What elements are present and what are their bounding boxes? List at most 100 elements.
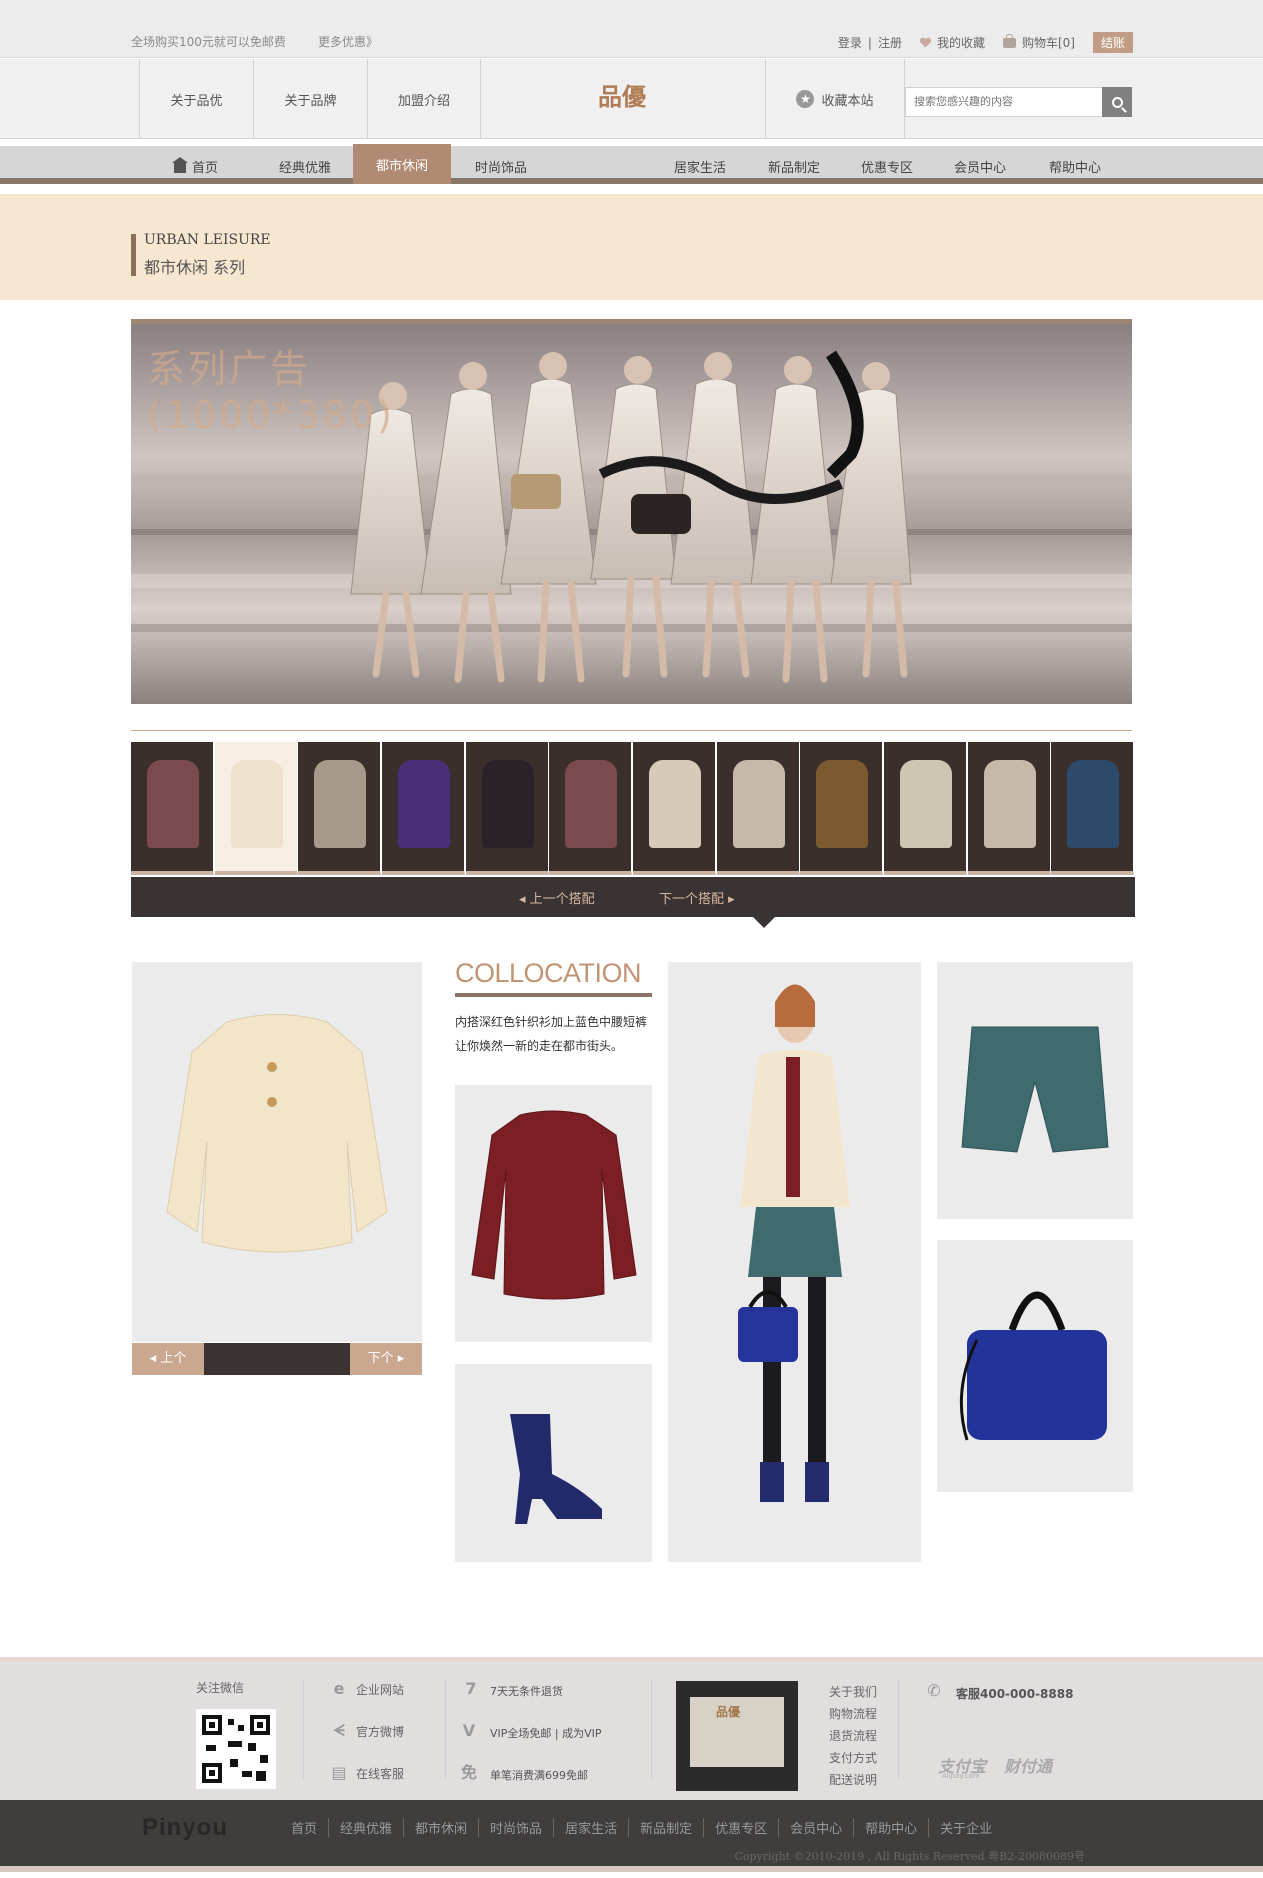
bottom-link-accessories[interactable]: 时尚饰品 <box>478 1818 553 1837</box>
favorites-link[interactable]: 我的收藏 <box>920 34 985 51</box>
footer-divider <box>445 1679 446 1779</box>
outfit-thumbnail[interactable] <box>716 742 800 875</box>
nav-classic[interactable]: 经典优雅 <box>265 146 345 184</box>
outfit-thumbnail[interactable] <box>465 742 549 875</box>
nav-home-label: 首页 <box>191 161 218 176</box>
search-button[interactable] <box>1102 87 1132 117</box>
outfit-thumbnails <box>131 742 1135 875</box>
footer-link-delivery[interactable]: 配送说明 <box>829 1771 877 1788</box>
prev-outfit-button[interactable]: ◂ 上一个搭配 <box>519 888 595 907</box>
section-accent-bar <box>131 234 136 276</box>
bottom-link-members[interactable]: 会员中心 <box>778 1818 853 1837</box>
login-link[interactable]: 登录 <box>838 34 862 51</box>
garment-swatch <box>565 760 618 848</box>
outfit-thumbnail[interactable] <box>298 742 382 875</box>
checkout-button[interactable]: 结账 <box>1092 32 1133 53</box>
garment-swatch <box>314 760 367 848</box>
bookmark-label: 收藏本站 <box>821 93 874 109</box>
vip-icon: V <box>462 1721 476 1740</box>
bottom-link-deals[interactable]: 优惠专区 <box>703 1818 778 1837</box>
cart-link[interactable]: 购物车[0] <box>1002 33 1075 51</box>
nav-about-pinyou[interactable]: 关于品优 <box>139 59 253 139</box>
nav-about-brand[interactable]: 关于品牌 <box>253 59 367 139</box>
shorts-image[interactable] <box>937 962 1133 1219</box>
pager-pointer <box>753 917 775 928</box>
outfit-thumbnail[interactable] <box>1051 742 1135 875</box>
footer-divider <box>898 1679 899 1779</box>
chat-icon: ▤ <box>331 1763 347 1782</box>
collocation-title: COLLOCATION <box>455 958 642 988</box>
nav-urban-leisure[interactable]: 都市休闲 <box>353 144 451 184</box>
outfit-thumbnail[interactable] <box>884 742 968 875</box>
next-outfit-button[interactable]: 下一个搭配 ▸ <box>659 888 735 907</box>
nav-members[interactable]: 会员中心 <box>940 146 1020 184</box>
outfit-thumbnail[interactable] <box>967 742 1051 875</box>
footer-link-return-flow[interactable]: 退货流程 <box>829 1727 877 1744</box>
footer-link-about-us[interactable]: 关于我们 <box>829 1683 877 1700</box>
featured-jacket-image[interactable] <box>132 962 422 1342</box>
model-outfit-image[interactable] <box>668 962 921 1562</box>
garment-swatch <box>398 760 451 848</box>
service-vip[interactable]: VIP全场免邮 | 成为VIP <box>490 1725 602 1741</box>
nav-home[interactable]: 首页 <box>166 146 226 184</box>
prev-item-button[interactable]: ◂ 上个 <box>132 1343 204 1375</box>
service-return: 7天无条件退货 <box>490 1685 563 1698</box>
nav-help[interactable]: 帮助中心 <box>1035 146 1115 184</box>
footer-link-company-site[interactable]: 企业网站 <box>356 1681 404 1698</box>
outfit-thumbnail[interactable] <box>214 742 298 875</box>
register-link[interactable]: 注册 <box>878 34 902 51</box>
search-input[interactable] <box>906 88 1104 116</box>
handbag-image[interactable] <box>937 1240 1133 1492</box>
outfit-thumbnail[interactable] <box>382 742 466 875</box>
outfit-thumbnail[interactable] <box>549 742 633 875</box>
footer-link-shopping-flow[interactable]: 购物流程 <box>829 1705 877 1722</box>
wechat-label: 关注微信 <box>196 1681 245 1695</box>
copyright: Copyright ©2010-2019 , All Rights Reserv… <box>734 1850 1085 1863</box>
series-ad-banner[interactable]: 系列广告 (1000*380) <box>131 319 1132 704</box>
garment-swatch <box>230 760 283 848</box>
main-nav: 首页 经典优雅 都市休闲 时尚饰品 居家生活 新品制定 优惠专区 会员中心 帮助… <box>0 144 1263 184</box>
garment-swatch <box>900 760 953 848</box>
section-title-cn: 都市休闲 系列 <box>144 258 246 277</box>
bottom-link-about-company[interactable]: 关于企业 <box>928 1818 1003 1837</box>
sweater-image[interactable] <box>455 1085 652 1342</box>
bottom-link-living[interactable]: 居家生活 <box>553 1818 628 1837</box>
next-item-button[interactable]: 下个 ▸ <box>350 1343 422 1375</box>
header-nav: 关于品优 关于品牌 加盟介绍 <box>139 59 481 139</box>
ad-line-2: (1000*380) <box>147 393 395 437</box>
footer-link-online-service[interactable]: 在线客服 <box>356 1765 404 1782</box>
bottom-link-help[interactable]: 帮助中心 <box>853 1818 928 1837</box>
footer-link-weibo[interactable]: 官方微博 <box>356 1723 404 1740</box>
garment-swatch <box>983 760 1036 848</box>
nav-deals[interactable]: 优惠专区 <box>847 146 927 184</box>
bottom-link-new[interactable]: 新品制定 <box>628 1818 703 1837</box>
more-offers-link[interactable]: 更多优惠》 <box>318 33 378 50</box>
bottom-link-urban[interactable]: 都市休闲 <box>403 1818 478 1837</box>
footer-link-payment[interactable]: 支付方式 <box>829 1749 877 1766</box>
qr-code-icon <box>202 1715 270 1783</box>
section-header: URBAN LEISURE 都市休闲 系列 <box>0 194 1263 300</box>
shopping-bag-icon <box>1002 33 1016 48</box>
bottom-link-home[interactable]: 首页 <box>280 1818 328 1837</box>
boots-image[interactable] <box>455 1364 652 1562</box>
garment-swatch <box>649 760 702 848</box>
nav-franchise[interactable]: 加盟介绍 <box>367 59 481 139</box>
outfit-thumbnail[interactable] <box>633 742 717 875</box>
outfit-pager: ◂ 上一个搭配 下一个搭配 ▸ <box>131 877 1135 928</box>
site-logo[interactable]: 品優 <box>560 77 684 112</box>
wechat-qr-code <box>196 1709 276 1789</box>
nav-accessories[interactable]: 时尚饰品 <box>461 146 541 184</box>
phone-icon: ✆ <box>927 1681 941 1700</box>
bottom-links: 首页 经典优雅 都市休闲 时尚饰品 居家生活 新品制定 优惠专区 会员中心 帮助… <box>280 1818 1003 1837</box>
search-box <box>905 87 1132 117</box>
home-icon <box>171 157 188 173</box>
promo-text: 全场购买100元就可以免邮费 <box>131 35 286 49</box>
free-shipping-icon: 免 <box>460 1763 477 1782</box>
outfit-thumbnail[interactable] <box>131 742 215 875</box>
nav-new-custom[interactable]: 新品制定 <box>754 146 834 184</box>
garment-swatch <box>147 760 199 848</box>
bookmark-site-button[interactable]: ★ 收藏本站 <box>765 59 905 139</box>
nav-home-living[interactable]: 居家生活 <box>660 146 740 184</box>
bottom-link-classic[interactable]: 经典优雅 <box>328 1818 403 1837</box>
outfit-thumbnail[interactable] <box>800 742 884 875</box>
